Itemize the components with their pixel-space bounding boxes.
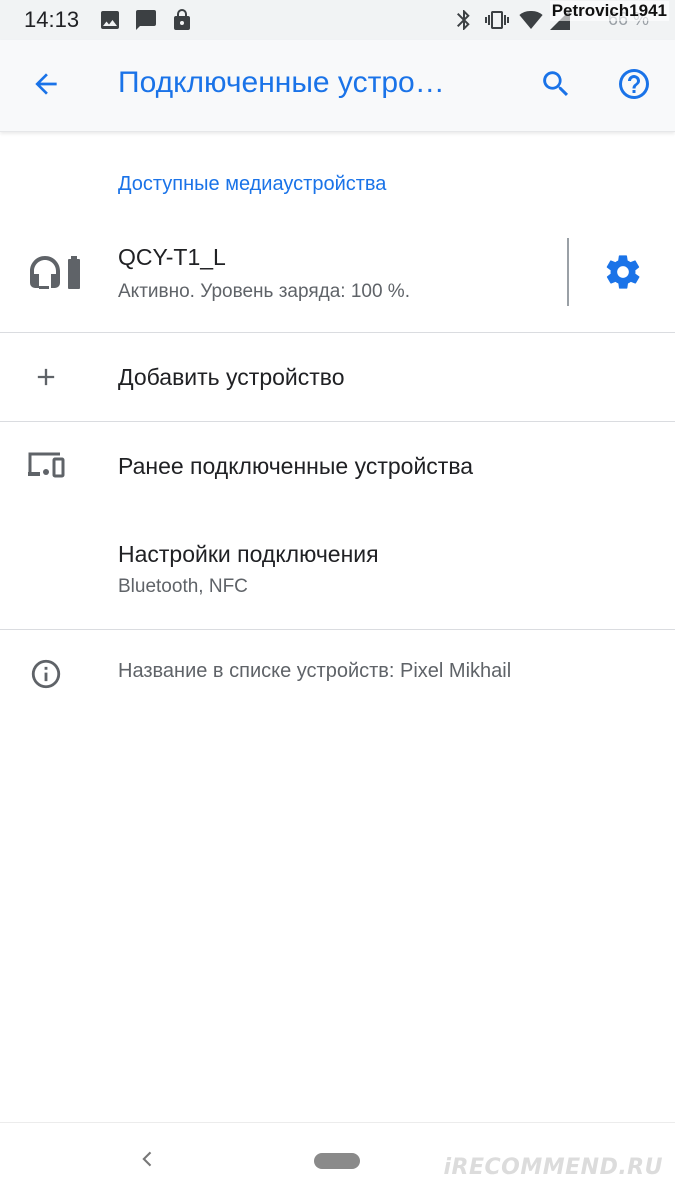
chevron-left-icon	[138, 1149, 158, 1174]
search-button[interactable]	[532, 62, 580, 110]
navigation-bar: iRECOMMEND.RU	[0, 1122, 675, 1200]
connection-settings-label: Настройки подключения	[118, 541, 379, 567]
status-bar: 14:13 66 % Petrovich1941	[0, 0, 675, 40]
back-arrow-icon	[30, 68, 62, 105]
image-icon	[98, 8, 122, 37]
add-device-row[interactable]: Добавить устройство	[0, 333, 675, 421]
plus-icon	[32, 363, 60, 396]
available-media-header: Доступные медиаустройства	[118, 173, 387, 195]
gear-icon	[603, 252, 643, 297]
app-bar: Подключенные устро…	[0, 40, 675, 132]
vertical-divider	[567, 238, 569, 306]
device-visibility-name: Название в списке устройств: Pixel Mikha…	[118, 660, 512, 682]
devices-icon	[26, 450, 66, 485]
headphones-battery-icon	[26, 252, 82, 301]
watermark: iRECOMMEND.RU	[443, 1155, 663, 1180]
divider	[0, 629, 675, 630]
previously-connected-label: Ранее подключенные устройства	[118, 453, 474, 479]
previously-connected-row[interactable]: Ранее подключенные устройства	[0, 422, 675, 510]
bluetooth-icon	[452, 8, 476, 37]
status-time: 14:13	[24, 7, 80, 32]
wifi-icon	[518, 8, 544, 37]
lock-icon	[170, 8, 194, 37]
connection-settings-subtitle: Bluetooth, NFC	[118, 576, 248, 597]
info-icon	[29, 657, 63, 696]
nav-home-pill[interactable]	[314, 1153, 360, 1169]
help-button[interactable]	[610, 62, 658, 110]
username-overlay: Petrovich1941	[549, 1, 669, 21]
device-row[interactable]: QCY-T1_L Активно. Уровень заряда: 100 %.	[0, 228, 675, 332]
vibrate-icon	[484, 8, 510, 37]
search-icon	[539, 67, 573, 106]
nav-back-button[interactable]	[134, 1147, 162, 1175]
device-name: QCY-T1_L	[118, 244, 226, 270]
add-device-label: Добавить устройство	[118, 364, 345, 390]
device-settings-button[interactable]	[597, 248, 649, 300]
connection-settings-row[interactable]: Настройки подключения Bluetooth, NFC	[0, 510, 675, 628]
back-button[interactable]	[22, 62, 70, 110]
device-status: Активно. Уровень заряда: 100 %.	[118, 281, 410, 302]
page-title: Подключенные устро…	[118, 66, 445, 99]
help-icon	[616, 66, 652, 107]
message-icon	[134, 8, 158, 37]
